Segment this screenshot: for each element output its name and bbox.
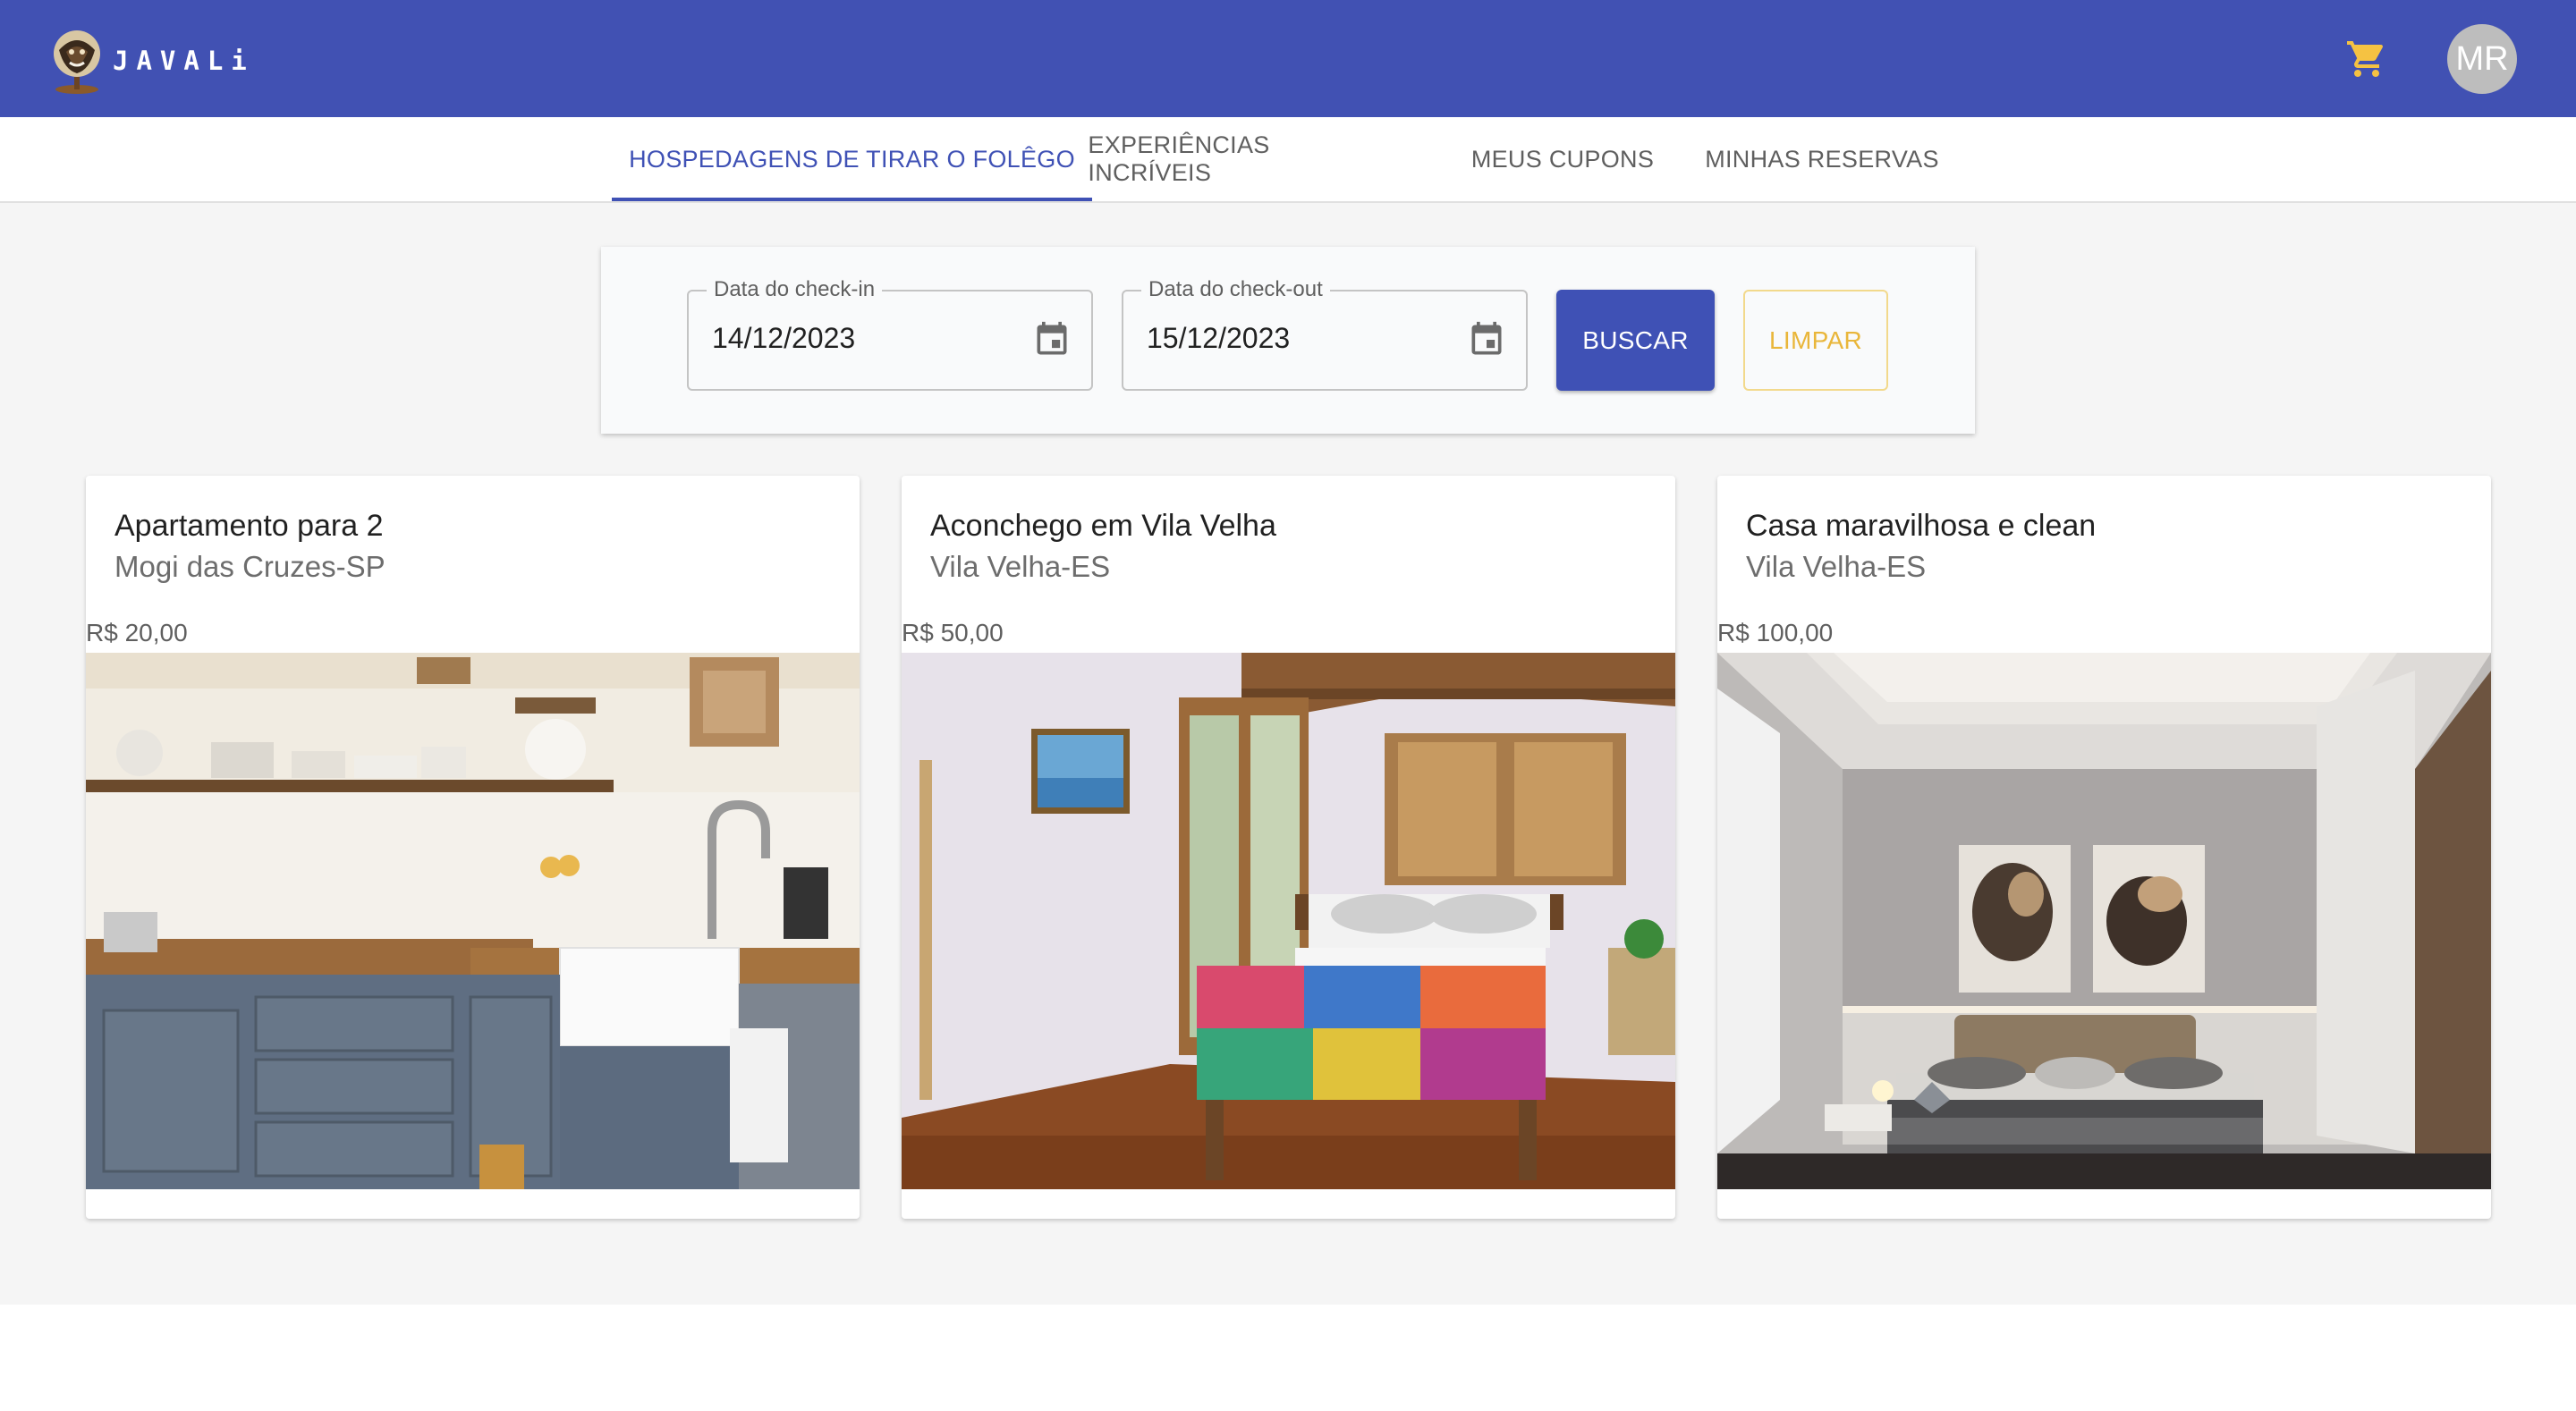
listing-card[interactable]: Casa maravilhosa e clean Vila Velha-ES R… xyxy=(1717,476,2491,1219)
calendar-icon[interactable] xyxy=(1032,320,1072,359)
listing-title: Aconchego em Vila Velha xyxy=(930,509,1276,543)
tab-cupons[interactable]: MEUS CUPONS xyxy=(1445,117,1681,201)
listing-location: Mogi das Cruzes-SP xyxy=(114,550,386,583)
listing-title: Apartamento para 2 xyxy=(114,509,384,543)
date-filter-panel: Data do check-in 14/12/2023 Data do chec… xyxy=(601,247,1975,434)
navigation-tabs: HOSPEDAGENS DE TIRAR O FOLÊGO EXPERIÊNCI… xyxy=(0,117,2576,203)
tab-hospedagens[interactable]: HOSPEDAGENS DE TIRAR O FOLÊGO xyxy=(612,117,1092,201)
checkout-label: Data do check-out xyxy=(1141,277,1330,302)
tab-experiencias-hit xyxy=(1092,117,1445,201)
listing-location: Vila Velha-ES xyxy=(1746,550,1927,583)
modern-bedroom-photo[interactable] xyxy=(1717,653,2491,1189)
brand-logo[interactable]: JAVALi xyxy=(50,25,255,97)
brand-name: JAVALi xyxy=(113,46,255,76)
listing-title: Casa maravilhosa e clean xyxy=(1746,509,2097,543)
app-bar: JAVALi MR xyxy=(0,0,2576,117)
listing-price: R$ 100,00 xyxy=(1717,619,1834,646)
listing-location: Vila Velha-ES xyxy=(930,550,1111,583)
page-footer xyxy=(0,1305,2576,1411)
checkin-value[interactable]: 14/12/2023 xyxy=(712,322,855,355)
checkout-value[interactable]: 15/12/2023 xyxy=(1147,322,1290,355)
checkout-field[interactable]: Data do check-out 15/12/2023 xyxy=(1122,277,1528,391)
checkin-label: Data do check-in xyxy=(707,277,883,302)
boar-logo-icon xyxy=(50,25,104,97)
bedroom-photo[interactable] xyxy=(902,653,1675,1189)
listing-price: R$ 50,00 xyxy=(902,619,1004,646)
clear-button[interactable]: LIMPAR xyxy=(1743,290,1888,391)
checkin-field[interactable]: Data do check-in 14/12/2023 xyxy=(687,277,1093,391)
kitchen-photo[interactable] xyxy=(86,653,860,1189)
calendar-icon[interactable] xyxy=(1467,320,1506,359)
shopping-cart-icon[interactable] xyxy=(2345,38,2388,80)
listing-price: R$ 20,00 xyxy=(86,619,188,646)
main-content: Data do check-in 14/12/2023 Data do chec… xyxy=(0,203,2576,1305)
tab-reservas[interactable]: MINHAS RESERVAS xyxy=(1681,117,1963,201)
active-tab-indicator xyxy=(612,198,1092,201)
search-button[interactable]: BUSCAR xyxy=(1556,290,1715,391)
listing-card[interactable]: Apartamento para 2 Mogi das Cruzes-SP R$… xyxy=(86,476,860,1219)
user-avatar[interactable]: MR xyxy=(2447,24,2517,94)
listing-card[interactable]: Aconchego em Vila Velha Vila Velha-ES R$… xyxy=(902,476,1675,1219)
